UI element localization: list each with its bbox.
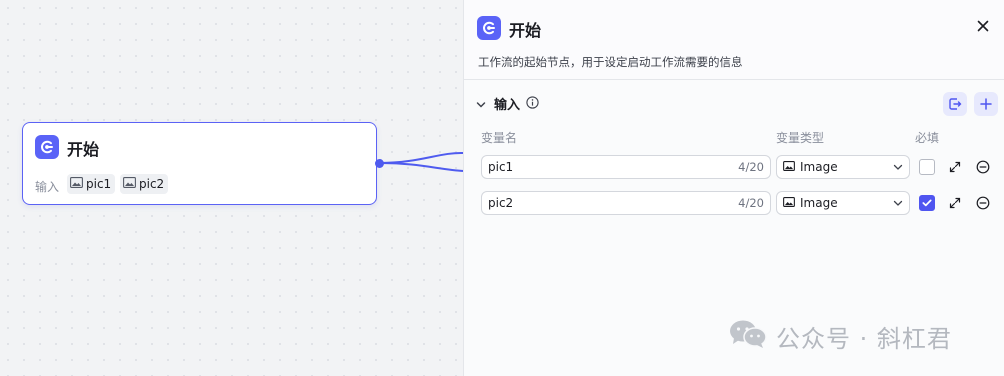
watermark-text: 公众号 · 斜杠君 (776, 324, 952, 353)
input-section-header[interactable]: 输入 (476, 94, 539, 113)
image-icon (783, 196, 795, 210)
variable-type-value: Image (800, 160, 838, 174)
panel-logo-icon (477, 16, 501, 40)
section-title: 输入 (494, 98, 521, 113)
remove-icon[interactable] (976, 196, 990, 210)
char-count: 4/20 (738, 160, 764, 174)
import-icon (949, 98, 962, 110)
start-node-title: 开始 (67, 140, 100, 159)
variable-chip: pic1 (67, 174, 116, 194)
panel-description[interactable]: 工作流的起始节点，用于设定启动工作流需要的信息 (478, 54, 743, 70)
column-header-name: 变量名 (481, 131, 518, 145)
remove-icon[interactable] (976, 160, 990, 174)
column-header-type: 变量类型 (776, 131, 825, 145)
variable-type-select[interactable]: Image (776, 155, 910, 179)
start-node-input-label: 输入 (35, 180, 60, 194)
wechat-icon (728, 318, 768, 354)
chevron-down-icon (893, 160, 903, 174)
expand-icon[interactable] (948, 196, 962, 210)
check-icon (922, 199, 932, 207)
variable-name-input[interactable]: pic1 4/20 (481, 155, 771, 179)
variable-type-select[interactable]: Image (776, 191, 910, 215)
image-icon (783, 160, 795, 174)
start-node[interactable]: 开始 输入 pic1 pic2 (22, 122, 377, 205)
image-icon (70, 177, 83, 191)
expand-icon[interactable] (948, 160, 962, 174)
chevron-down-icon (893, 196, 903, 210)
char-count: 4/20 (738, 196, 764, 210)
variable-chip: pic2 (120, 174, 169, 194)
variable-name-value[interactable]: pic2 (488, 196, 513, 210)
chevron-down-icon[interactable] (476, 94, 486, 113)
panel-header: 开始 工作流的起始节点，用于设定启动工作流需要的信息 (464, 0, 1004, 80)
image-icon (123, 177, 136, 191)
plus-icon (980, 98, 992, 110)
info-icon[interactable] (526, 94, 539, 113)
required-checkbox[interactable] (919, 195, 935, 211)
variable-type-value: Image (800, 196, 838, 210)
chip-label: pic2 (139, 177, 165, 191)
import-button[interactable] (943, 92, 967, 116)
panel-title[interactable]: 开始 (509, 17, 541, 41)
column-header-required: 必填 (915, 131, 940, 145)
watermark: 公众号 · 斜杠君 (728, 318, 952, 354)
variable-name-value[interactable]: pic1 (488, 160, 513, 174)
add-variable-button[interactable] (974, 92, 998, 116)
variable-name-input[interactable]: pic2 4/20 (481, 191, 771, 215)
required-checkbox[interactable] (919, 159, 935, 175)
close-icon[interactable] (974, 17, 992, 35)
chip-label: pic1 (86, 177, 112, 191)
connection-edge[interactable] (380, 140, 470, 190)
start-node-logo-icon (35, 135, 59, 159)
